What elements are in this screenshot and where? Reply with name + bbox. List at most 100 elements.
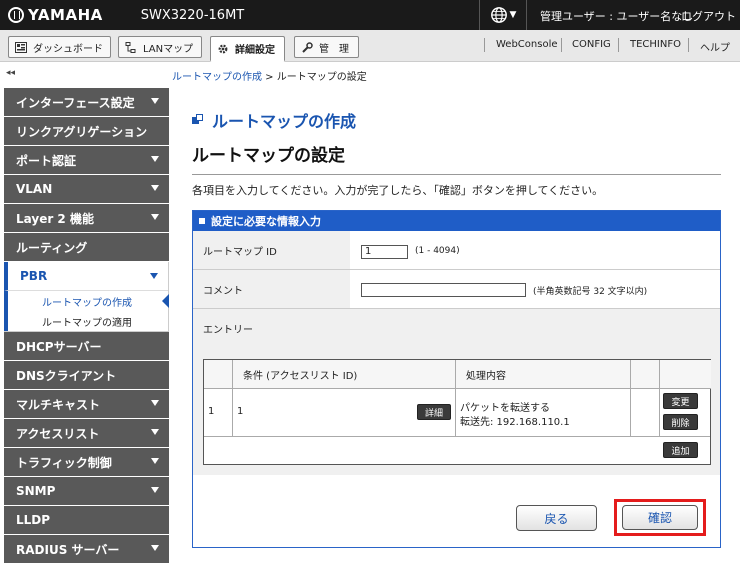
routemap-id-input[interactable]: 1 [361,245,408,259]
chevron-down-icon [151,400,159,406]
top-bar: YAMAHA SWX3220-16MT ▼ 管理ユーザー : ユーザー名なし ロ… [0,0,740,30]
sidebar-subitem-apply-routemap[interactable]: ルートマップの適用 [4,311,168,331]
sidebar-item-layer2[interactable]: Layer 2 機能 [4,204,169,233]
sidebar-item-label: Layer 2 機能 [16,211,94,226]
logout-link[interactable]: ログアウト [681,8,736,24]
table-header-condition: 条件 (アクセスリスト ID) [233,360,456,389]
model-name: SWX3220-16MT [140,7,245,23]
lanmap-button[interactable]: LANマップ [118,36,202,58]
comment-input[interactable] [361,283,526,297]
globe-icon [490,7,507,23]
sidebar-item-label: マルチキャスト [16,397,101,412]
chevron-down-icon [151,429,159,435]
brand-name: YAMAHA [28,6,103,24]
techinfo-link[interactable]: TECHINFO [630,39,681,50]
sidebar-item-multicast[interactable]: マルチキャスト [4,390,169,419]
dashboard-icon [15,41,27,53]
sidebar-item-access-list[interactable]: アクセスリスト [4,419,169,448]
add-button[interactable]: 追加 [663,442,698,458]
routemap-id-row: ルートマップ ID 1 (1 - 4094) [193,231,720,270]
page-title: ルートマップの作成 [212,112,357,131]
input-panel: 設定に必要な情報入力 ルートマップ ID 1 (1 - 4094) コメント (… [192,210,721,548]
windows-icon [192,114,204,126]
chevron-down-icon [151,487,159,493]
chevron-down-icon [151,545,159,551]
pbr-group: PBR ルートマップの作成 ルートマップの適用 [4,262,169,332]
lanmap-label: LANマップ [143,43,194,55]
breadcrumb: ルートマップの作成 > ルートマップの設定 [172,68,367,83]
sidebar-item-dhcp-server[interactable]: DHCPサーバー [4,332,169,361]
comment-hint: (半角英数記号 32 文字以内) [533,287,648,297]
entry-label: エントリー [193,309,720,347]
toolbar-divider [561,38,562,52]
confirm-button[interactable]: 確認 [622,505,698,530]
sidebar-subitem-create-routemap[interactable]: ルートマップの作成 [4,291,169,311]
sidebar-item-label: RADIUS サーバー [16,542,120,557]
sidebar: インターフェース設定 リンクアグリゲーション ポート認証 VLAN Layer … [4,88,169,564]
sidebar-item-label: ルーティング [16,240,88,255]
sidebar-item-interface[interactable]: インターフェース設定 [4,88,169,117]
sidebar-item-pbr[interactable]: PBR [4,262,168,291]
breadcrumb-parent-link[interactable]: ルートマップの作成 [172,72,262,83]
delete-button[interactable]: 削除 [663,414,698,430]
collapse-sidebar-icon[interactable]: ◂◂ [6,68,15,78]
tuning-fork-icon [8,7,24,23]
chevron-down-icon [150,273,158,279]
page-heading: ルートマップの作成 [192,108,356,132]
sidebar-item-link-aggregation[interactable]: リンクアグリゲーション [4,117,169,146]
change-button[interactable]: 変更 [663,393,698,409]
square-bullet-icon [199,218,205,224]
webconsole-link[interactable]: WebConsole [496,39,558,50]
breadcrumb-row: ◂◂ ルートマップの作成 > ルートマップの設定 [0,63,740,85]
confirm-highlight: 確認 [614,499,706,536]
sidebar-item-port-auth[interactable]: ポート認証 [4,146,169,175]
sidebar-item-label: PBR [20,269,48,283]
dashboard-button[interactable]: ダッシュボード [8,36,111,58]
sidebar-item-label: LLDP [16,513,51,527]
sidebar-item-traffic-control[interactable]: トラフィック制御 [4,448,169,477]
title-divider [192,174,721,175]
admin-label: 管 理 [319,43,349,55]
table-header-blank [631,360,660,389]
main-toolbar: ダッシュボード LANマップ 詳細設定 管 理 WebConsole CONFI… [0,30,740,62]
sidebar-item-dns-client[interactable]: DNSクライアント [4,361,169,390]
admin-button[interactable]: 管 理 [294,36,359,58]
chevron-down-icon [151,185,159,191]
sidebar-item-label: リンクアグリゲーション [16,124,148,139]
sidebar-item-lldp[interactable]: LLDP [4,506,169,535]
detail-settings-tab[interactable]: 詳細設定 [210,36,285,62]
gear-icon [217,43,229,54]
wrench-icon [301,41,313,53]
entry-table: 条件 (アクセスリスト ID) 処理内容 1 1 詳細 パケットを転送する 転送… [203,359,711,465]
chevron-down-icon [151,458,159,464]
sidebar-item-label: SNMP [16,484,56,498]
detail-button[interactable]: 詳細 [417,404,451,420]
entry-seq: 1 [208,406,215,417]
caret-down-icon: ▼ [509,10,517,20]
config-link[interactable]: CONFIG [572,39,611,50]
chevron-down-icon [151,98,159,104]
entry-acl-id: 1 [237,406,244,417]
language-selector[interactable]: ▼ [479,0,527,30]
sidebar-item-label: トラフィック制御 [16,455,112,470]
comment-label: コメント [193,270,350,308]
table-header-seq [204,360,233,389]
sidebar-subitem-label: ルートマップの作成 [42,297,132,309]
sidebar-item-label: ポート認証 [16,153,77,168]
back-button[interactable]: 戻る [516,505,597,531]
sidebar-item-label: DHCPサーバー [16,339,102,354]
sidebar-item-routing[interactable]: ルーティング [4,233,169,262]
table-header-ops [660,360,711,389]
section-title: ルートマップの設定 [192,146,345,166]
sidebar-item-snmp[interactable]: SNMP [4,477,169,506]
table-row: 1 1 詳細 パケットを転送する 転送先: 192.168.110.1 変更 削… [204,389,710,437]
help-link[interactable]: ヘルプ [700,39,730,54]
routemap-id-label: ルートマップ ID [193,231,350,269]
sidebar-item-radius-server[interactable]: RADIUS サーバー [4,535,169,564]
entry-row: エントリー [193,309,720,347]
sidebar-item-label: アクセスリスト [16,426,100,441]
toolbar-divider [484,38,485,52]
entry-action-line2: 転送先: 192.168.110.1 [460,417,570,428]
sidebar-item-vlan[interactable]: VLAN [4,175,169,204]
instruction-text: 各項目を入力してください。入力が完了したら、「確認」ボタンを押してください。 [192,184,604,197]
